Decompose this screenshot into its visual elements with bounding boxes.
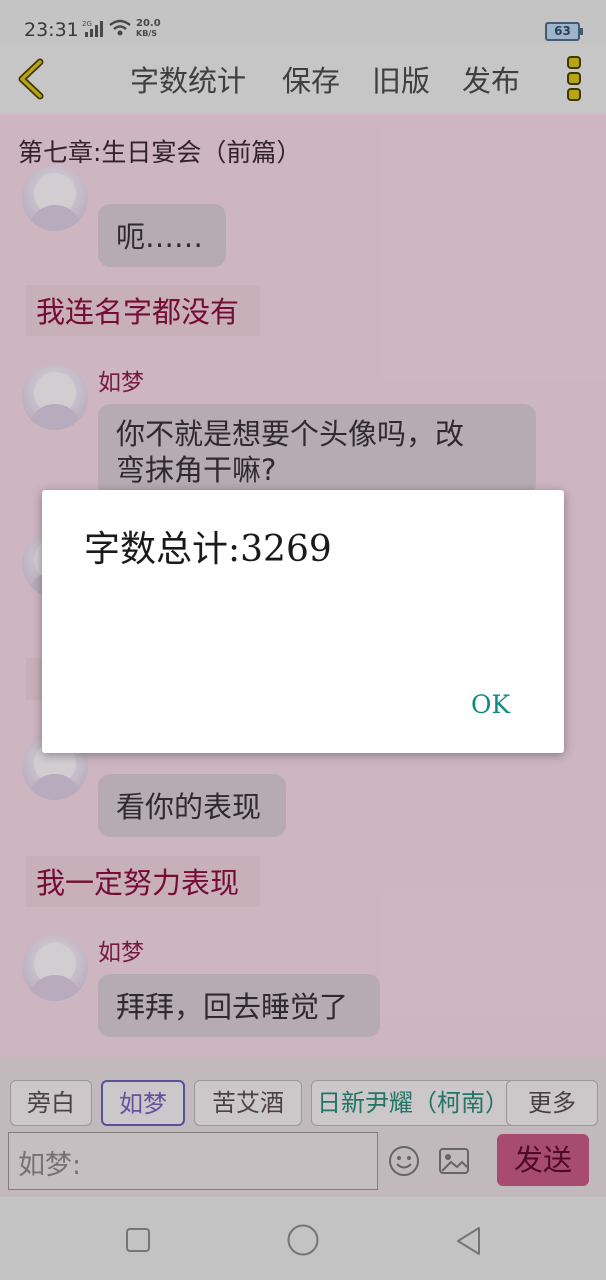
- word-count-dialog: 字数总计:3269 OK: [42, 490, 564, 753]
- dialog-message: 字数总计:3269: [84, 529, 332, 570]
- ok-button[interactable]: OK: [471, 690, 510, 719]
